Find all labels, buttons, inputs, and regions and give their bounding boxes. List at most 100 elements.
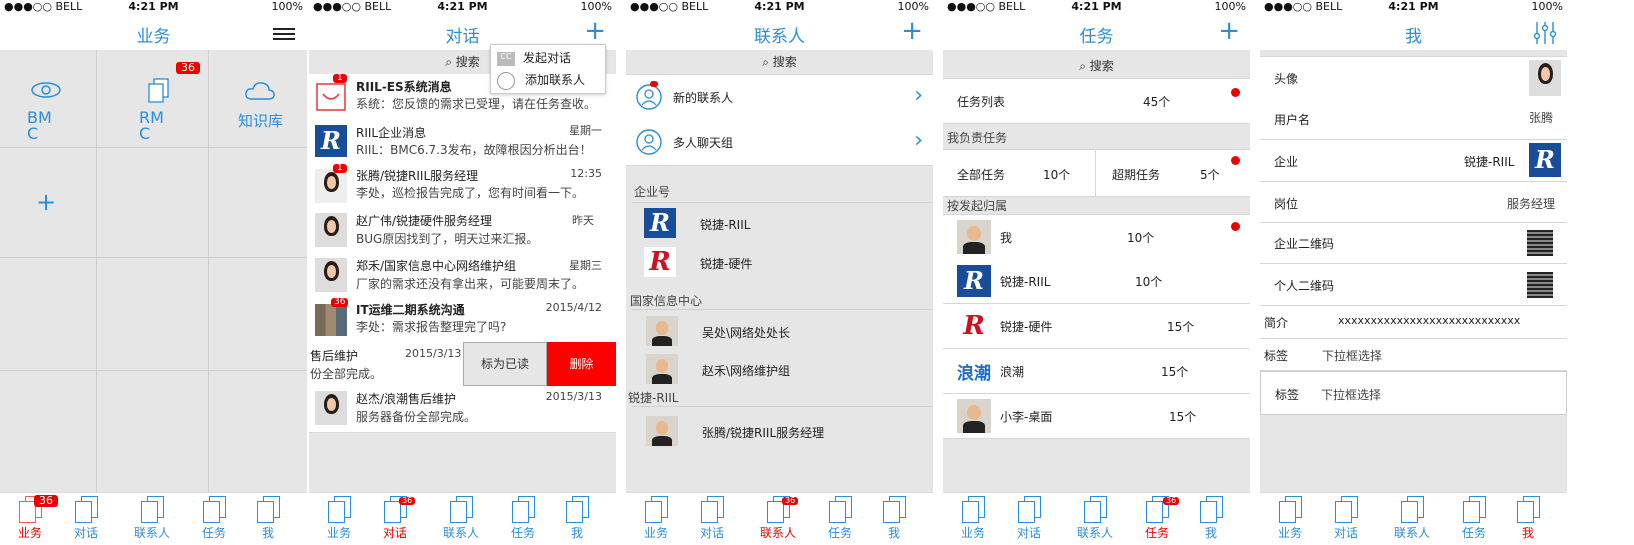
conversation-item[interactable]: 赵杰/浪潮售后维护 2015/3/13 服务器备份全部完成。 [309, 386, 616, 433]
tab-label: 业务 [17, 526, 42, 540]
mark-read-button[interactable]: 标为已读 [463, 342, 547, 386]
tab-business[interactable]: 业务 [636, 496, 676, 541]
tab-contacts[interactable]: 联系人 [437, 496, 485, 541]
tab-chat[interactable]: 对话 [1009, 496, 1049, 541]
conversation-item[interactable]: 36 IT运维二期系统沟通 2015/4/12 李处：需求报告整理完了吗? [309, 298, 616, 343]
status-bar: ●●●○○ BELL 4:21 PM 100% [0, 0, 307, 14]
search-bar[interactable]: ⌕ 搜索 [626, 50, 933, 74]
tab-chat[interactable]: 对话 [692, 496, 732, 541]
tab-icon [883, 496, 906, 523]
profile-row-tag[interactable]: 标签 下拉框选择 [1260, 339, 1567, 371]
task-list-row[interactable]: 任务列表 45个 [943, 78, 1250, 124]
tab-me[interactable]: 我 [874, 496, 914, 541]
owner-row[interactable]: R 锐捷-RIIL 10个 [943, 259, 1250, 304]
tile-bmc[interactable]: BM C [20, 78, 80, 148]
tab-business[interactable]: 业务 [953, 496, 993, 541]
menu-label: 发起对话 [523, 51, 572, 65]
person-icon [497, 71, 515, 90]
add-tile-button[interactable]: + [36, 188, 56, 216]
person-icon [636, 84, 662, 110]
tile-rmc[interactable]: 36 RM C [132, 62, 202, 148]
owner-row[interactable]: 浪潮 浪潮 15个 [943, 349, 1250, 394]
tab-business[interactable]: 业务 [1270, 496, 1310, 541]
tab-contacts[interactable]: 联系人 [128, 496, 176, 541]
profile-row-position[interactable]: 岗位 服务经理 [1260, 182, 1567, 223]
tab-icon [1279, 496, 1302, 523]
menu-item-add-contact[interactable]: 添加联系人 [497, 71, 585, 90]
conversation-item[interactable]: 郑禾/国家信息中心网络维护组 星期三 厂家的需求还没有拿出来，可能要周末了。 [309, 253, 616, 299]
settings-sliders-icon[interactable] [1533, 20, 1557, 46]
tab-contacts[interactable]: 联系人 [1388, 496, 1436, 541]
profile-row-tag[interactable]: 标签 下拉框选择 [1260, 371, 1567, 415]
profile-row-personal-qr[interactable]: 个人二维码 [1260, 264, 1567, 306]
owner-row[interactable]: 小李-桌面 15个 [943, 394, 1250, 439]
tab-contacts[interactable]: 联系人 [1071, 496, 1119, 541]
avatar [315, 213, 347, 247]
tab-icon [512, 496, 535, 523]
riil-logo-icon: R [1529, 143, 1561, 177]
profile-row-enterprise[interactable]: 企业 锐捷-RIIL R [1260, 140, 1567, 182]
profile-row-enterprise-qr[interactable]: 企业二维码 [1260, 223, 1567, 264]
tab-label: 我 [887, 526, 900, 540]
overdue-tasks-cell[interactable]: 超期任务 5个 [1096, 150, 1250, 196]
profile-row-username[interactable]: 用户名 张腾 [1260, 98, 1567, 140]
contact-item[interactable]: R 锐捷-RIIL [626, 204, 933, 242]
menu-item-start-chat[interactable]: CC 发起对话 [497, 49, 571, 66]
add-icon[interactable]: + [901, 18, 923, 44]
conversation-item[interactable]: 1 张腾/锐捷RIIL服务经理 12:35 李处，巡检报告完成了，您有时间看一下… [309, 164, 616, 209]
delete-button[interactable]: 删除 [547, 342, 616, 386]
chevron-right-icon: › [914, 128, 923, 153]
tab-tasks[interactable]: 任务 [194, 496, 234, 541]
conversation-preview: 份全部完成。 [310, 367, 383, 381]
tab-badge: 36 [399, 497, 416, 505]
tab-label: 任务 [827, 526, 852, 540]
menu-icon[interactable] [273, 28, 295, 40]
contact-item[interactable]: R 锐捷-硬件 [626, 243, 933, 281]
profile-row-avatar[interactable]: 头像 [1260, 56, 1567, 99]
tag-dropdown[interactable]: 下拉框选择 [1322, 347, 1382, 364]
notification-dot [650, 81, 658, 87]
conversation-item[interactable]: R RIIL企业消息 星期一 RIIL：BMC6.7.3发布，故障根因分析出台！ [309, 120, 616, 165]
tab-icon [962, 496, 985, 523]
contact-item[interactable]: 赵禾\网络维护组 [626, 350, 933, 388]
tab-chat[interactable]: 对话 [1326, 496, 1366, 541]
tab-label: 对话 [699, 526, 724, 540]
tab-icon [328, 496, 351, 523]
tab-me[interactable]: 我 [1191, 496, 1231, 541]
tab-business[interactable]: 业务 [319, 496, 359, 541]
owner-name: 锐捷-硬件 [1000, 320, 1053, 334]
conversation-preview: 系统：您反馈的需求已受理，请在任务查收。 [356, 97, 597, 111]
owner-row[interactable]: 我 10个 [943, 214, 1250, 260]
row-label: 岗位 [1274, 197, 1299, 211]
search-bar[interactable]: ⌕ 搜索 [943, 54, 1250, 78]
contact-item[interactable]: 吴处\网络处处长 [626, 312, 933, 350]
tab-bar: 业务 对话 36 联系人 任务 我 [309, 492, 616, 545]
contact-item[interactable]: 张腾/锐捷RIIL服务经理 [626, 412, 933, 450]
group-chat-row[interactable]: 多人聊天组 › [626, 120, 933, 166]
tab-tasks[interactable]: 任务 [820, 496, 860, 541]
tab-tasks[interactable]: 任务 [503, 496, 543, 541]
owner-row[interactable]: R 锐捷-硬件 15个 [943, 304, 1250, 349]
tile-knowledge-base[interactable]: 知识库 [234, 78, 304, 148]
add-icon[interactable]: + [584, 18, 606, 44]
row-label: 个人二维码 [1274, 279, 1335, 293]
add-icon[interactable]: + [1218, 18, 1240, 44]
avatar [957, 399, 991, 433]
conversation-item-swiped[interactable]: 售后维护 2015/3/13 份全部完成。 标为已读 删除 [309, 342, 616, 387]
profile-row-intro[interactable]: 简介 xxxxxxxxxxxxxxxxxxxxxxxxxxxx [1260, 306, 1567, 339]
conversation-time: 星期一 [569, 124, 602, 137]
tag-dropdown[interactable]: 下拉框选择 [1321, 386, 1381, 403]
tab-icon [1335, 496, 1358, 523]
tab-chat[interactable]: 对话 [66, 496, 106, 541]
all-tasks-cell[interactable]: 全部任务 10个 [943, 150, 1096, 196]
owner-name: 我 [1000, 231, 1013, 245]
tab-me[interactable]: 我 [248, 496, 288, 541]
new-contacts-row[interactable]: 新的联系人 › [626, 74, 933, 121]
tab-me[interactable]: 我 [557, 496, 597, 541]
tab-me[interactable]: 我 [1508, 496, 1548, 541]
status-bar: ●●●○○ BELL 4:21 PM 100% [626, 0, 933, 14]
tab-label: 对话 [382, 526, 407, 540]
unread-badge: 1 [333, 74, 347, 83]
conversation-item[interactable]: 赵广伟/锐捷硬件服务经理 昨天 BUG原因找到了，明天过来汇报。 [309, 208, 616, 254]
tab-tasks[interactable]: 任务 [1454, 496, 1494, 541]
